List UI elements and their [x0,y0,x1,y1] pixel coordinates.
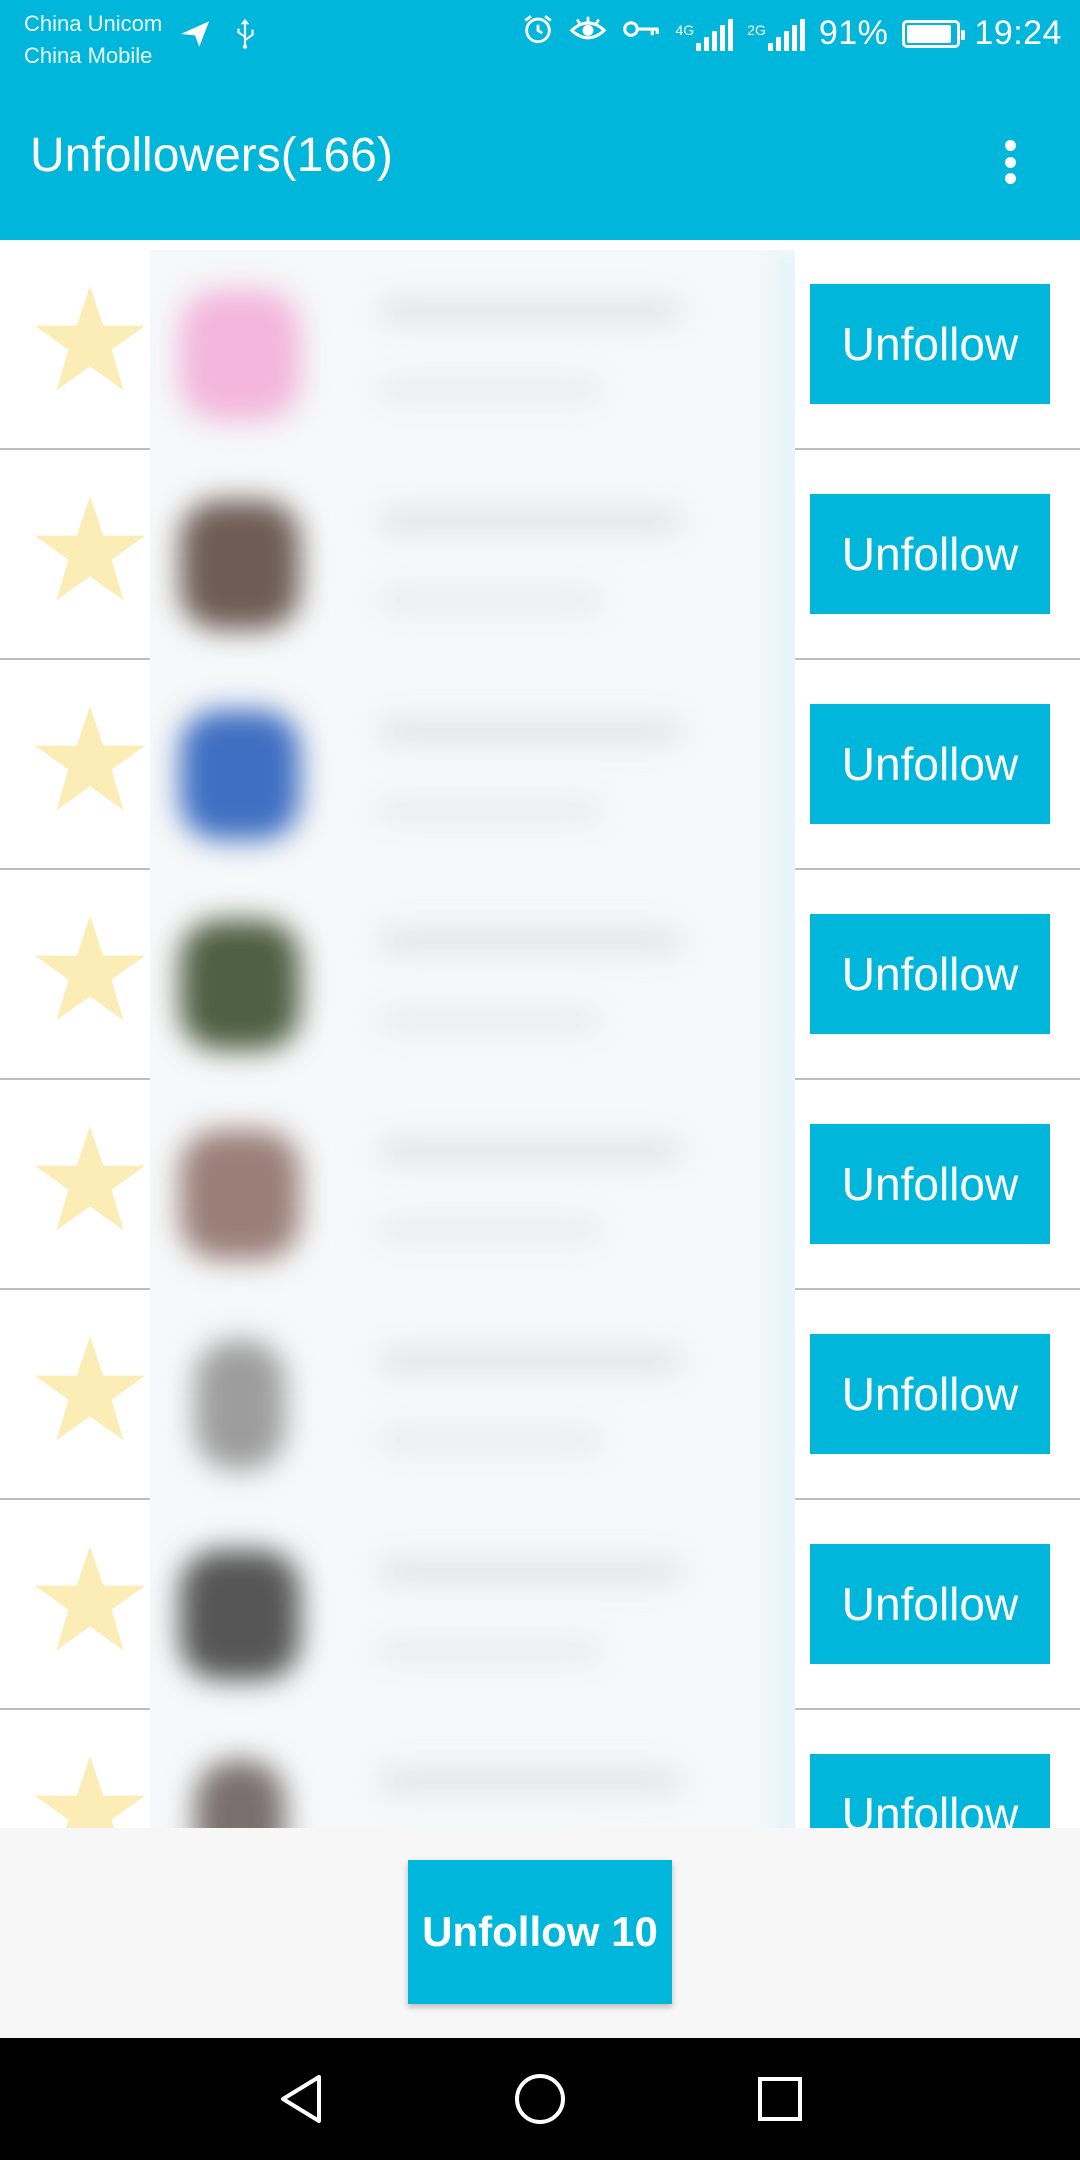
star-icon[interactable] [30,1540,150,1660]
unfollow-button[interactable]: Unfollow [810,1124,1050,1244]
unfollow-button[interactable]: Unfollow [810,284,1050,404]
back-triangle-icon[interactable] [240,2038,360,2160]
network-1-label: 4G [675,21,695,38]
bottom-action-bar: Unfollow 10 [0,1828,1080,2038]
clock: 19:24 [974,14,1062,52]
star-icon[interactable] [30,910,150,1030]
page-title: Unfollowers(166) [30,129,393,182]
eye-icon [569,12,607,55]
send-icon [178,17,212,56]
unfollow-button[interactable]: Unfollow [810,1334,1050,1454]
unfollow-button[interactable]: Unfollow [810,704,1050,824]
app-bar: Unfollowers(166) [0,72,1080,240]
star-icon[interactable] [30,700,150,820]
network-2-label: 2G [747,21,766,38]
status-bar: China Unicom China Mobile 4G 2G 91% 19:2 [0,0,1080,72]
star-icon[interactable] [30,490,150,610]
unfollow-button[interactable]: Unfollow [810,494,1050,614]
carrier-2: China Mobile [24,43,153,68]
recents-square-icon[interactable] [720,2038,840,2160]
system-nav-bar [0,2038,1080,2160]
unfollow-button[interactable]: Unfollow [810,1544,1050,1664]
key-icon [621,14,661,53]
battery-icon [902,19,966,48]
star-icon[interactable] [30,1120,150,1240]
unfollow-bulk-button[interactable]: Unfollow 10 [408,1860,672,2004]
signal-icon [696,17,734,51]
signal-icon [767,17,805,51]
star-icon[interactable] [30,280,150,400]
home-circle-icon[interactable] [480,2038,600,2160]
carrier-1: China Unicom [24,11,163,36]
unfollow-button[interactable]: Unfollow [810,914,1050,1034]
blurred-profile-panel [150,250,795,1842]
usb-icon [232,16,258,57]
star-icon[interactable] [30,1750,150,1828]
more-vert-icon[interactable] [980,132,1040,192]
battery-percent: 91% [818,14,889,52]
star-icon[interactable] [30,1330,150,1450]
carrier-info: China Unicom China Mobile [24,8,162,72]
unfollow-button[interactable]: Unfollow [810,1754,1050,1828]
alarm-icon [521,12,555,55]
